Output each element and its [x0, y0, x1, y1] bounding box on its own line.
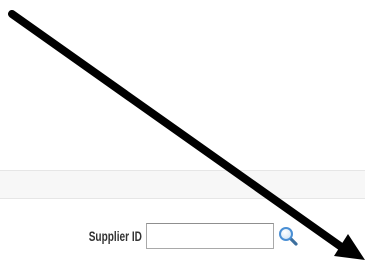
supplier-id-label: Supplier ID — [88, 228, 142, 244]
section-header-band — [0, 170, 365, 199]
magnifier-icon — [279, 227, 298, 246]
annotation-arrow-icon — [8, 10, 365, 260]
supplier-lookup-button[interactable] — [277, 225, 299, 247]
supplier-id-input[interactable] — [146, 223, 274, 249]
